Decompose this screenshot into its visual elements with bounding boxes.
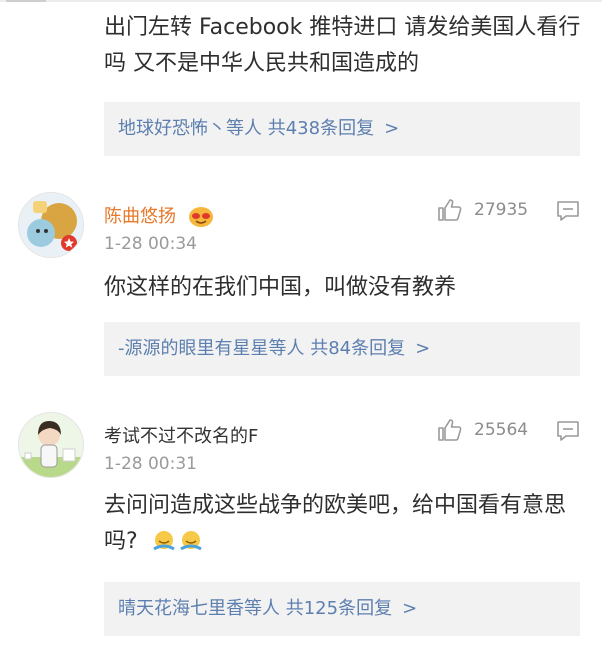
timestamp: 1-28 00:31 <box>104 454 197 474</box>
like-count: 27935 <box>474 200 529 220</box>
chevron-right-icon: > <box>415 338 431 359</box>
reply-summary-text: -源源的眼里有星星等人 共84条回复 <box>118 338 406 359</box>
avatar[interactable] <box>18 412 84 478</box>
comment-item: 考试不过不改名的F 1-28 00:31 25564 去问问造成这些战争的欧美吧… <box>0 396 602 656</box>
comment-icon[interactable] <box>556 420 580 442</box>
comment-text: 去问问造成这些战争的欧美吧，给中国看有意思吗? <box>104 488 584 560</box>
reply-summary-link[interactable]: -源源的眼里有星星等人 共84条回复 > <box>104 322 580 376</box>
username-text: 考试不过不改名的F <box>104 426 259 447</box>
reply-summary-text: 晴天花海七里香等人 共125条回复 <box>118 598 393 619</box>
comment-icon[interactable] <box>556 200 580 222</box>
chevron-right-icon: > <box>402 598 418 619</box>
like-count: 25564 <box>474 420 529 440</box>
thumbs-up-icon[interactable] <box>436 198 462 222</box>
emoji-icon <box>152 531 202 551</box>
reply-summary-link[interactable]: 地球好恐怖丶等人 共438条回复 > <box>104 102 580 156</box>
chevron-right-icon: > <box>384 118 400 139</box>
username-text: 陈曲悠扬 <box>104 206 176 227</box>
reply-summary-link[interactable]: 晴天花海七里香等人 共125条回复 > <box>104 582 580 636</box>
username[interactable]: 考试不过不改名的F <box>104 422 258 448</box>
timestamp: 1-28 00:34 <box>104 234 197 254</box>
avatar-cartoon-icon <box>19 193 83 257</box>
comment-text: 你这样的在我们中国，叫做没有教养 <box>104 275 457 300</box>
username[interactable]: 陈曲悠扬 <box>104 202 214 228</box>
comment-item: 出门左转 Facebook 推特进口 请发给美国人看行吗 又不是中华人民共和国造… <box>0 0 602 172</box>
thumbs-up-icon[interactable] <box>436 418 462 442</box>
comment-text: 出门左转 Facebook 推特进口 请发给美国人看行吗 又不是中华人民共和国造… <box>104 15 581 76</box>
vip-badge-icon <box>188 207 213 227</box>
avatar[interactable] <box>18 192 84 258</box>
comment-item: 陈曲悠扬 1-28 00:34 27935 你这样的在我们中国，叫做没有教养 -… <box>0 172 602 396</box>
reply-summary-text: 地球好恐怖丶等人 共438条回复 <box>118 118 375 139</box>
avatar-illustration-icon <box>19 413 83 477</box>
